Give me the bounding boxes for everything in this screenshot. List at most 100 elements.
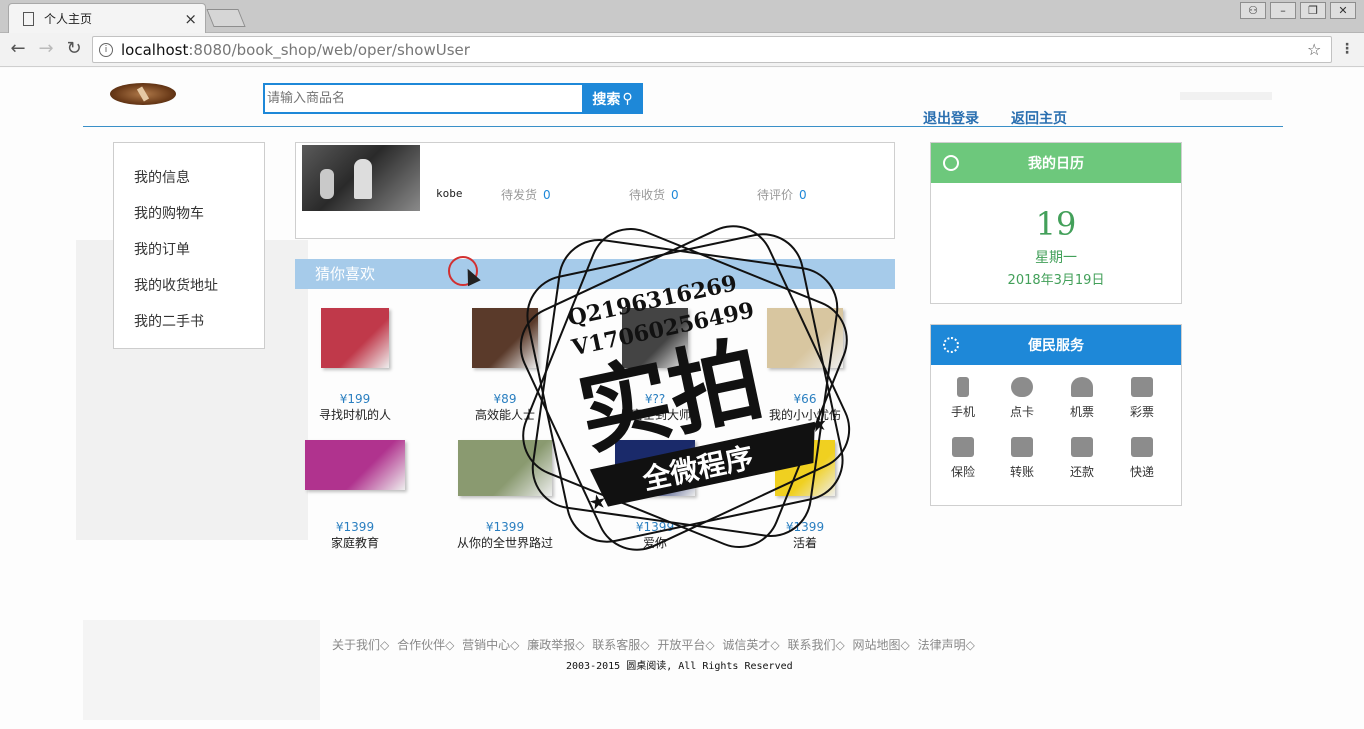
sidebar-item-info[interactable]: 我的信息 [114, 167, 264, 203]
sidebar-item-secondhand[interactable]: 我的二手书 [114, 311, 264, 347]
product-price: ¥1399 [635, 520, 675, 534]
product-card[interactable]: ¥1399 活着 [730, 440, 880, 551]
logout-link[interactable]: 退出登录 [923, 108, 979, 128]
sidebar-item-cart[interactable]: 我的购物车 [114, 203, 264, 239]
forward-icon[interactable]: → [35, 38, 57, 59]
search-button[interactable]: 搜索 ⚲ [582, 83, 643, 114]
footer-link-about[interactable]: 关于我们◇ [332, 638, 389, 652]
product-card[interactable]: ¥?? 从富士到大师 [580, 308, 730, 423]
service-flight[interactable]: 机票 [1052, 377, 1112, 420]
search-input[interactable] [263, 83, 582, 114]
service-express[interactable]: 快递 [1112, 437, 1172, 480]
footer-link-sitemap[interactable]: 网站地图◇ [853, 638, 910, 652]
product-image[interactable] [305, 440, 405, 490]
product-name[interactable]: 从富士到大师 [580, 406, 730, 423]
footer-link-contact[interactable]: 联系我们◇ [787, 638, 844, 652]
calendar-weekday: 星期一 [1035, 250, 1077, 266]
product-image[interactable] [622, 308, 688, 368]
tab-strip: 个人主页 × ⚇ – ❐ ✕ [0, 0, 1364, 33]
service-phone[interactable]: 手机 [933, 377, 993, 420]
product-card[interactable]: ¥89 高效能人士 [430, 308, 580, 423]
product-name[interactable]: 活着 [730, 534, 880, 551]
browser-toolbar: ← → ↻ i localhost:8080/book_shop/web/ope… [0, 33, 1364, 67]
product-image[interactable] [472, 308, 538, 368]
product-name[interactable]: 家庭教育 [280, 534, 430, 551]
product-name[interactable]: 我的小小忧伤 [730, 406, 880, 423]
service-insurance[interactable]: 保险 [933, 437, 993, 480]
tab-close-icon[interactable]: × [184, 10, 197, 28]
address-bar[interactable]: i localhost:8080/book_shop/web/oper/show… [92, 36, 1332, 63]
new-tab-button[interactable] [206, 9, 246, 27]
gear-icon [943, 337, 959, 353]
username: kobe [436, 187, 463, 200]
copyright: 2003-2015 圆桌阅读, All Rights Reserved [566, 661, 793, 672]
footer-links: 关于我们◇ 合作伙伴◇ 营销中心◇ 廉政举报◇ 联系客服◇ 开放平台◇ 诚信英才… [332, 636, 979, 653]
footer-link-marketing[interactable]: 营销中心◇ [462, 638, 519, 652]
product-name[interactable]: 爱你 [580, 534, 730, 551]
bookmark-star-icon[interactable]: ☆ [1307, 40, 1331, 59]
profile-icon[interactable]: ⚇ [1240, 2, 1266, 19]
menu-dots-icon[interactable]: ⋮ [1340, 41, 1354, 57]
ghost-block [1180, 92, 1272, 100]
product-card[interactable]: ¥199 寻找时机的人 [280, 308, 430, 423]
product-price: ¥89 [493, 392, 517, 406]
restore-button[interactable]: ❐ [1300, 2, 1326, 19]
product-name[interactable]: 高效能人士 [430, 406, 580, 423]
close-window-button[interactable]: ✕ [1330, 2, 1356, 19]
home-link[interactable]: 返回主页 [1011, 108, 1067, 128]
service-transfer[interactable]: 转账 [992, 437, 1052, 480]
product-name[interactable]: 从你的全世界路过 [430, 534, 580, 551]
product-image[interactable] [321, 308, 389, 368]
user-sidebar: 我的信息 我的购物车 我的订单 我的收货地址 我的二手书 [113, 142, 265, 349]
product-card[interactable]: ¥1399 爱你 [580, 440, 730, 551]
product-card[interactable]: ¥1399 家庭教育 [280, 440, 430, 551]
product-name[interactable]: 寻找时机的人 [280, 406, 430, 423]
product-card[interactable]: ¥66 我的小小忧伤 [730, 308, 880, 423]
mouse-cursor-icon [448, 256, 478, 286]
footer-link-report[interactable]: 廉政举报◇ [527, 638, 584, 652]
calendar-day: 19 [1035, 205, 1077, 243]
service-lottery[interactable]: 彩票 [1112, 377, 1172, 420]
back-icon[interactable]: ← [7, 38, 29, 59]
sidebar-item-orders[interactable]: 我的订单 [114, 239, 264, 275]
lottery-icon [1131, 377, 1153, 397]
footer-link-platform[interactable]: 开放平台◇ [657, 638, 714, 652]
phone-icon [957, 377, 969, 397]
product-price: ¥?? [644, 392, 666, 406]
search-icon: ⚲ [622, 90, 633, 107]
stat-to-review[interactable]: 待评价 0 [757, 186, 807, 203]
footer-link-careers[interactable]: 诚信英才◇ [722, 638, 779, 652]
reload-icon[interactable]: ↻ [63, 38, 85, 59]
page-content: 搜索 ⚲ 退出登录 返回主页 我的信息 我的购物车 我的订单 我的收货地址 我的… [0, 68, 1364, 729]
footer-link-support[interactable]: 联系客服◇ [592, 638, 649, 652]
stat-to-ship[interactable]: 待发货 0 [501, 186, 551, 203]
product-card[interactable]: ¥1399 从你的全世界路过 [430, 440, 580, 551]
guess-you-like-header: 猜你喜欢 [295, 259, 895, 289]
calendar-header: 我的日历 [931, 143, 1181, 183]
info-icon[interactable]: i [99, 42, 113, 57]
product-price: ¥1399 [335, 520, 375, 534]
url-text[interactable]: localhost:8080/book_shop/web/oper/showUs… [121, 41, 1307, 59]
product-price: ¥66 [793, 392, 817, 406]
window-controls: ⚇ – ❐ ✕ [1240, 2, 1356, 19]
product-price: ¥1399 [485, 520, 525, 534]
product-image[interactable] [767, 308, 843, 368]
avatar [302, 145, 420, 211]
product-image[interactable] [775, 440, 835, 496]
product-image[interactable] [615, 440, 695, 496]
footer-link-partners[interactable]: 合作伙伴◇ [397, 638, 454, 652]
product-image[interactable] [458, 440, 552, 496]
airplane-icon [1071, 377, 1093, 397]
stat-to-receive[interactable]: 待收货 0 [629, 186, 679, 203]
insurance-icon [952, 437, 974, 457]
service-repay[interactable]: 还款 [1052, 437, 1112, 480]
site-logo[interactable] [110, 83, 176, 105]
footer-link-legal[interactable]: 法律声明◇ [918, 638, 975, 652]
minimize-button[interactable]: – [1270, 2, 1296, 19]
clock-icon [943, 155, 959, 171]
service-game-card[interactable]: 点卡 [992, 377, 1052, 420]
tab-personal-home[interactable]: 个人主页 × [8, 3, 206, 33]
sidebar-item-address[interactable]: 我的收货地址 [114, 275, 264, 311]
truck-icon [1131, 437, 1153, 457]
product-price: ¥199 [339, 392, 371, 406]
